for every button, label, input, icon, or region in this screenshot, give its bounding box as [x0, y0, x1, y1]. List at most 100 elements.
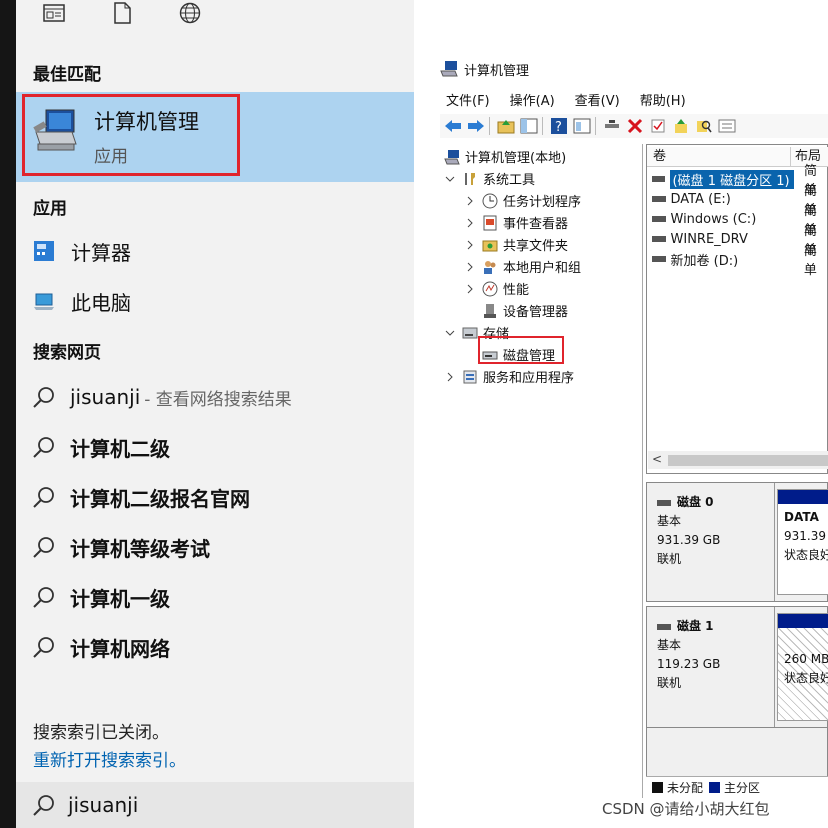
reopen-index-link[interactable]: 重新打开搜索索引。	[33, 746, 186, 771]
details-icon[interactable]	[717, 116, 737, 136]
partition-block[interactable]: DATA 931.39 状态良好	[777, 489, 828, 595]
chevron-right-icon[interactable]	[464, 261, 476, 273]
search-icon	[33, 537, 54, 558]
web-result-2[interactable]: 计算机二级报名官网	[16, 477, 414, 517]
upload-icon[interactable]	[671, 116, 691, 136]
web-result-label: 计算机二级报名官网	[70, 486, 250, 511]
tree-item-label: 计算机管理(本地)	[465, 151, 567, 166]
tree-item-performance[interactable]: 性能	[464, 278, 529, 299]
scrollbar-thumb[interactable]	[668, 455, 828, 466]
scroll-left-arrow[interactable]: <	[652, 452, 662, 466]
volume-name: Windows (C:)	[670, 211, 757, 227]
search-input[interactable]: jisuanji	[68, 793, 138, 817]
watermark: CSDN @请给小胡大红包	[602, 800, 770, 818]
partition-block[interactable]: 260 MB 状态良好	[777, 613, 828, 721]
volume-name: 新加卷 (D:)	[670, 253, 739, 269]
device-manager-icon	[484, 303, 496, 318]
menu-file[interactable]: 文件(F)	[440, 88, 490, 110]
volume-name: (磁盘 1 磁盘分区 1)	[670, 169, 794, 189]
help-icon[interactable]: ?	[549, 116, 569, 136]
forward-arrow-icon[interactable]	[466, 116, 486, 136]
disk-1-row[interactable]: 磁盘 1 基本 119.23 GB 联机 260 MB 状态良好	[646, 606, 828, 728]
tree-item-shared-folders[interactable]: 共享文件夹	[464, 234, 568, 255]
delete-icon[interactable]	[625, 116, 645, 136]
tree-item-label: 性能	[503, 283, 530, 298]
up-folder-icon[interactable]	[496, 116, 516, 136]
start-search-panel: 最佳匹配 计算机管理 应用 应用 计算器 此电脑 搜索网页 jisuanji -…	[16, 0, 414, 828]
search-disk-icon[interactable]	[694, 116, 714, 136]
tree-item-services-apps[interactable]: 服务和应用程序	[444, 366, 574, 387]
web-result-1[interactable]: 计算机二级	[16, 427, 414, 467]
disk-size: 931.39 GB	[657, 533, 721, 547]
tree-item-label: 事件查看器	[503, 217, 569, 232]
app-result-label: 计算器	[71, 240, 131, 265]
toolbar-divider	[542, 117, 543, 135]
app-result-label: 此电脑	[71, 290, 131, 315]
tree-item-event-viewer[interactable]: 事件查看器	[464, 212, 568, 233]
users-icon	[484, 260, 496, 274]
tree-item-device-manager[interactable]: 设备管理器	[482, 300, 568, 321]
horizontal-scrollbar[interactable]: <	[648, 451, 828, 469]
drive-icon	[652, 176, 666, 182]
volume-row[interactable]: 新加卷 (D:) 简单	[647, 244, 828, 278]
best-match-result[interactable]: 计算机管理 应用	[16, 92, 414, 182]
drive-icon	[652, 216, 666, 222]
column-volume[interactable]: 卷	[647, 147, 791, 166]
disk-type: 基本	[657, 514, 682, 528]
tree-item-root[interactable]: 计算机管理(本地)	[444, 146, 566, 167]
search-box[interactable]: jisuanji	[16, 782, 414, 828]
svg-text:?: ?	[555, 120, 562, 135]
chevron-down-icon[interactable]	[444, 173, 456, 185]
tree-item-label: 任务计划程序	[503, 195, 582, 210]
tree-item-system-tools[interactable]: 系统工具	[444, 168, 535, 189]
menu-help[interactable]: 帮助(H)	[634, 88, 686, 110]
drive-icon	[657, 623, 671, 630]
partition-size: 260 MB	[784, 652, 828, 666]
check-icon[interactable]	[648, 116, 668, 136]
chevron-right-icon[interactable]	[464, 283, 476, 295]
web-result-0[interactable]: jisuanji - 查看网络搜索结果	[16, 377, 414, 417]
back-arrow-icon[interactable]	[443, 116, 463, 136]
search-icon	[33, 487, 54, 508]
web-search-heading: 搜索网页	[33, 343, 101, 363]
web-result-4[interactable]: 计算机一级	[16, 577, 414, 617]
storage-icon	[462, 327, 478, 338]
computer-management-window: 计算机管理 文件(F) 操作(A) 查看(V) 帮助(H) ? 计算机管理(本地…	[440, 0, 828, 828]
search-icon	[33, 795, 54, 816]
properties-view-icon[interactable]	[572, 116, 592, 136]
volume-name: WINRE_DRV	[670, 231, 748, 247]
web-result-label: 计算机等级考试	[70, 536, 210, 561]
disk-status: 联机	[657, 676, 682, 690]
chevron-right-icon[interactable]	[464, 195, 476, 207]
event-viewer-icon	[483, 215, 497, 230]
show-hide-tree-icon[interactable]	[519, 116, 539, 136]
chevron-right-icon[interactable]	[444, 371, 456, 383]
menu-view[interactable]: 查看(V)	[569, 88, 620, 110]
tree-item-task-scheduler[interactable]: 任务计划程序	[464, 190, 581, 211]
connect-icon[interactable]	[602, 116, 622, 136]
tree-item-label: 本地用户和组	[503, 261, 582, 276]
app-result-this-pc[interactable]: 此电脑	[16, 279, 414, 323]
disk-legend: 未分配 主分区	[646, 776, 828, 798]
web-result-3[interactable]: 计算机等级考试	[16, 527, 414, 567]
chevron-down-icon[interactable]	[444, 327, 456, 339]
partition-size: 931.39	[784, 529, 826, 543]
window-title-bar: 计算机管理	[440, 58, 529, 80]
chevron-right-icon[interactable]	[464, 239, 476, 251]
web-result-label: 计算机一级	[70, 586, 170, 611]
toolbar-divider	[489, 117, 490, 135]
menu-action[interactable]: 操作(A)	[504, 88, 555, 110]
app-result-calculator[interactable]: 计算器	[16, 229, 414, 273]
this-pc-icon	[34, 293, 54, 310]
apps-filter-icon[interactable]	[24, 0, 84, 26]
partition-status: 状态良好	[784, 548, 828, 562]
tree-item-local-users[interactable]: 本地用户和组	[464, 256, 581, 277]
disk-name: 磁盘 1	[677, 619, 714, 633]
web-result-5[interactable]: 计算机网络	[16, 627, 414, 667]
disk-info: 磁盘 1 基本 119.23 GB 联机	[647, 607, 775, 727]
disk-0-row[interactable]: 磁盘 0 基本 931.39 GB 联机 DATA 931.39 状态良好	[646, 482, 828, 602]
search-icon	[33, 587, 54, 608]
chevron-right-icon[interactable]	[464, 217, 476, 229]
web-filter-icon[interactable]	[160, 0, 220, 26]
documents-filter-icon[interactable]	[92, 0, 152, 26]
